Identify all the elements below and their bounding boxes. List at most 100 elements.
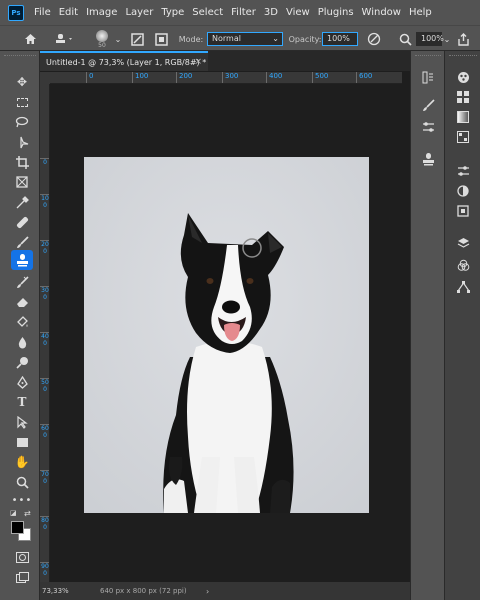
marquee-icon[interactable] xyxy=(11,93,33,111)
ruler-tick: 0 xyxy=(40,158,49,166)
libraries-icon[interactable] xyxy=(454,203,472,219)
search-icon[interactable] xyxy=(396,26,414,52)
document-tab[interactable]: Untitled-1 @ 73,3% (Layer 1, RGB/8#) * × xyxy=(40,51,208,71)
patterns-icon[interactable] xyxy=(454,129,472,145)
rectangle-icon[interactable] xyxy=(11,433,33,451)
menu-file[interactable]: File xyxy=(30,7,55,18)
brush-size-picker[interactable]: 50 xyxy=(92,26,112,52)
paths-icon[interactable] xyxy=(454,279,472,295)
horizontal-ruler[interactable]: 0 100 200 300 400 500 600 xyxy=(50,72,402,84)
channels-icon[interactable] xyxy=(454,257,472,273)
paint-bucket-icon[interactable] xyxy=(11,313,33,331)
ruler-tick: 600 xyxy=(40,424,49,439)
tools-panel: ✥ T ✋ ••• ◪ ⇄ xyxy=(0,51,40,600)
type-icon[interactable]: T xyxy=(11,393,33,411)
default-colors-icon[interactable]: ◪ xyxy=(10,509,17,517)
ruler-tick: 600 xyxy=(356,72,372,83)
menu-3d[interactable]: 3D xyxy=(260,7,282,18)
ruler-tick: 400 xyxy=(40,332,49,347)
menu-window[interactable]: Window xyxy=(358,7,405,18)
adjustments-icon[interactable] xyxy=(454,163,472,179)
styles-icon[interactable] xyxy=(454,183,472,199)
clone-stamp-icon[interactable] xyxy=(11,250,33,270)
menu-image[interactable]: Image xyxy=(82,7,121,18)
path-select-icon[interactable] xyxy=(11,413,33,431)
ruler-tick: 400 xyxy=(266,72,282,83)
brush-settings-icon[interactable] xyxy=(128,26,146,52)
swatches-icon[interactable] xyxy=(454,89,472,105)
mode-value: Normal xyxy=(212,34,241,43)
clone-stamp-preset-icon[interactable] xyxy=(52,26,78,52)
opacity-value: 100% xyxy=(327,34,350,43)
status-zoom[interactable]: 73,33% xyxy=(40,587,90,595)
foreground-color-swatch[interactable] xyxy=(11,521,24,534)
swap-colors-icon[interactable]: ⇄ xyxy=(24,509,31,518)
menu-filter[interactable]: Filter xyxy=(227,7,260,18)
opacity-field[interactable]: 100% xyxy=(322,32,358,46)
menu-layer[interactable]: Layer xyxy=(121,7,157,18)
canvas-area[interactable] xyxy=(50,84,402,582)
share-icon[interactable] xyxy=(454,26,472,52)
dodge-icon[interactable] xyxy=(11,353,33,371)
zoom-icon[interactable] xyxy=(11,473,33,491)
menu-type[interactable]: Type xyxy=(157,7,188,18)
menu-select[interactable]: Select xyxy=(188,7,227,18)
ruler-tick: 300 xyxy=(222,72,238,83)
ruler-origin[interactable] xyxy=(40,72,50,84)
chevron-right-icon[interactable]: › xyxy=(206,587,209,596)
pen-icon[interactable] xyxy=(11,373,33,391)
screen-mode-icon[interactable] xyxy=(11,568,33,586)
panel-grip[interactable] xyxy=(415,55,441,58)
quick-mask-icon[interactable] xyxy=(11,548,33,566)
blur-icon[interactable] xyxy=(11,333,33,351)
home-icon[interactable] xyxy=(20,26,40,52)
gradients-icon[interactable] xyxy=(454,109,472,125)
vertical-ruler[interactable]: 0 100 200 300 400 500 600 700 800 900 xyxy=(40,84,50,582)
hand-icon[interactable]: ✋ xyxy=(11,453,33,471)
healing-icon[interactable] xyxy=(11,213,33,231)
brush-size-value: 50 xyxy=(98,41,106,49)
brush-tip-icon xyxy=(96,29,108,42)
more-icon[interactable]: ••• xyxy=(11,491,33,509)
clone-source-icon[interactable] xyxy=(152,26,170,52)
pressure-opacity-icon[interactable] xyxy=(364,26,384,52)
menu-edit[interactable]: Edit xyxy=(55,7,82,18)
ruler-tick: 200 xyxy=(40,240,49,255)
brush-icon[interactable] xyxy=(11,233,33,251)
chevron-down-icon[interactable]: ⌄ xyxy=(443,26,451,52)
menu-view[interactable]: View xyxy=(282,7,314,18)
history-brush-icon[interactable] xyxy=(11,273,33,291)
mode-dropdown[interactable]: Normal ⌄ xyxy=(207,32,283,46)
opacity-label: Opacity: xyxy=(288,34,322,44)
brush-panel-icon[interactable] xyxy=(419,97,437,113)
status-bar: 73,33% 640 px x 800 px (72 ppi) › xyxy=(40,582,410,600)
ruler-tick: 500 xyxy=(312,72,328,83)
chevron-down-icon[interactable]: ⌄ xyxy=(114,26,122,52)
ruler-tick: 200 xyxy=(176,72,192,83)
layers-icon[interactable] xyxy=(454,235,472,251)
history-icon[interactable] xyxy=(419,69,437,85)
eraser-icon[interactable] xyxy=(11,293,33,311)
zoom-field[interactable]: 100% xyxy=(416,32,444,46)
close-icon[interactable]: × xyxy=(194,57,202,67)
ruler-tick: 900 xyxy=(40,562,49,577)
crop-icon[interactable] xyxy=(11,153,33,171)
ruler-tick: 0 xyxy=(86,72,93,83)
color-panel-icon[interactable] xyxy=(454,69,472,85)
panel-dock-left xyxy=(410,51,444,600)
quick-select-icon[interactable] xyxy=(11,133,33,151)
ruler-tick: 500 xyxy=(40,378,49,393)
properties-icon[interactable] xyxy=(419,119,437,135)
menu-help[interactable]: Help xyxy=(405,7,436,18)
lasso-icon[interactable] xyxy=(11,113,33,131)
panel-grip[interactable] xyxy=(449,55,477,58)
move-icon[interactable]: ✥ xyxy=(11,73,33,91)
menu-bar: Ps File Edit Image Layer Type Select Fil… xyxy=(0,0,480,25)
menu-plugins[interactable]: Plugins xyxy=(314,7,358,18)
toolbar-grip[interactable] xyxy=(4,55,36,58)
eyedropper-icon[interactable] xyxy=(11,193,33,211)
clone-source-panel-icon[interactable] xyxy=(419,151,437,167)
dog-photo[interactable] xyxy=(84,157,369,513)
mode-label: Mode: xyxy=(178,34,204,44)
frame-icon[interactable] xyxy=(11,173,33,191)
